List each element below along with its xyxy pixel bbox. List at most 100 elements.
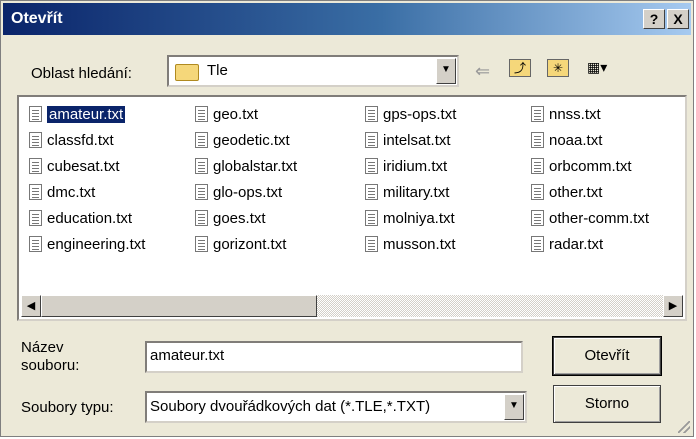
file-name: noaa.txt [549, 131, 603, 149]
lookin-label: Oblast hledání: [31, 65, 132, 82]
filetype-label: Soubory typu: [21, 399, 114, 416]
file-name: other-comm.txt [549, 209, 650, 227]
file-item[interactable]: other-comm.txt [531, 207, 649, 229]
file-name: classfd.txt [47, 131, 114, 149]
file-name: goes.txt [213, 209, 266, 227]
file-item[interactable]: military.txt [365, 181, 449, 203]
text-file-icon [195, 184, 208, 200]
filetype-combo[interactable]: Soubory dvouřádkových dat (*.TLE,*.TXT) … [145, 391, 527, 423]
file-name: glo-ops.txt [213, 183, 283, 201]
file-name: amateur.txt [47, 105, 126, 123]
filename-label: Název souboru: [21, 339, 79, 375]
file-name: gps-ops.txt [383, 105, 457, 123]
file-name: nnss.txt [549, 105, 601, 123]
file-item[interactable]: geo.txt [195, 103, 258, 125]
scroll-right-button[interactable]: ▶ [663, 295, 683, 317]
text-file-icon [195, 210, 208, 226]
file-item[interactable]: dmc.txt [29, 181, 95, 203]
file-item[interactable]: gorizont.txt [195, 233, 286, 255]
filetype-value: Soubory dvouřádkových dat (*.TLE,*.TXT) [150, 398, 431, 415]
resize-grip[interactable] [678, 421, 690, 433]
new-folder-icon[interactable]: ✳ [547, 59, 569, 77]
view-menu-icon[interactable]: ▦▾ [587, 59, 617, 77]
text-file-icon [195, 106, 208, 122]
text-file-icon [531, 210, 544, 226]
file-name: cubesat.txt [47, 157, 120, 175]
file-name: molniya.txt [383, 209, 455, 227]
file-name: musson.txt [383, 235, 456, 253]
lookin-combo[interactable]: Tle ▼ [167, 55, 459, 87]
open-button[interactable]: Otevřít [552, 336, 662, 376]
text-file-icon [29, 132, 42, 148]
file-name: iridium.txt [383, 157, 448, 175]
text-file-icon [531, 236, 544, 252]
window-title: Otevřít [11, 10, 63, 27]
file-item[interactable]: musson.txt [365, 233, 456, 255]
filename-input[interactable]: amateur.txt [145, 341, 523, 373]
file-item[interactable]: cubesat.txt [29, 155, 120, 177]
file-name: orbcomm.txt [549, 157, 632, 175]
cancel-button[interactable]: Storno [553, 385, 661, 423]
file-item[interactable]: geodetic.txt [195, 129, 290, 151]
text-file-icon [531, 132, 544, 148]
text-file-icon [195, 236, 208, 252]
lookin-value: Tle [207, 62, 228, 79]
folder-icon [175, 64, 199, 81]
file-item[interactable]: molniya.txt [365, 207, 455, 229]
chevron-down-icon[interactable]: ▼ [436, 58, 456, 84]
text-file-icon [195, 132, 208, 148]
file-item[interactable]: gps-ops.txt [365, 103, 456, 125]
text-file-icon [29, 184, 42, 200]
file-name: gorizont.txt [213, 235, 287, 253]
text-file-icon [531, 158, 544, 174]
file-item[interactable]: nnss.txt [531, 103, 601, 125]
file-item[interactable]: other.txt [531, 181, 602, 203]
filename-label-line1: Název [21, 339, 64, 356]
text-file-icon [365, 184, 378, 200]
file-item[interactable]: education.txt [29, 207, 132, 229]
file-name: globalstar.txt [213, 157, 298, 175]
text-file-icon [29, 106, 42, 122]
file-item[interactable]: amateur.txt [29, 103, 126, 125]
file-name: education.txt [47, 209, 133, 227]
file-item[interactable]: engineering.txt [29, 233, 145, 255]
file-name: engineering.txt [47, 235, 146, 253]
file-name: intelsat.txt [383, 131, 451, 149]
file-item[interactable]: intelsat.txt [365, 129, 451, 151]
scroll-left-button[interactable]: ◀ [21, 295, 41, 317]
title-bar: Otevřít ? X [3, 3, 691, 35]
filename-label-line2: souboru: [21, 357, 80, 374]
file-item[interactable]: classfd.txt [29, 129, 114, 151]
text-file-icon [365, 236, 378, 252]
back-arrow-icon[interactable]: ⇐ [475, 61, 490, 82]
close-button[interactable]: X [667, 9, 689, 29]
chevron-down-icon[interactable]: ▼ [504, 394, 524, 420]
file-name: geodetic.txt [213, 131, 290, 149]
file-name: other.txt [549, 183, 603, 201]
text-file-icon [531, 184, 544, 200]
file-item[interactable]: orbcomm.txt [531, 155, 632, 177]
text-file-icon [365, 210, 378, 226]
file-name: radar.txt [549, 235, 604, 253]
file-list[interactable]: amateur.txt classfd.txt cubesat.txt dmc.txt… [17, 95, 687, 321]
file-item[interactable]: globalstar.txt [195, 155, 297, 177]
text-file-icon [29, 236, 42, 252]
open-file-dialog: Otevřít ? X Oblast hledání: Tle ▼ ⇐ ⤴ ✳ … [0, 0, 694, 437]
help-button[interactable]: ? [643, 9, 665, 29]
file-name: geo.txt [213, 105, 259, 123]
file-item[interactable]: glo-ops.txt [195, 181, 282, 203]
text-file-icon [29, 158, 42, 174]
folder-up-icon[interactable]: ⤴ [509, 59, 531, 77]
text-file-icon [365, 106, 378, 122]
file-item[interactable]: noaa.txt [531, 129, 602, 151]
text-file-icon [365, 158, 378, 174]
scroll-thumb[interactable] [41, 295, 317, 317]
file-name: dmc.txt [47, 183, 96, 201]
file-item[interactable]: iridium.txt [365, 155, 447, 177]
text-file-icon [195, 158, 208, 174]
file-item[interactable]: goes.txt [195, 207, 266, 229]
file-item[interactable]: radar.txt [531, 233, 603, 255]
horizontal-scrollbar[interactable]: ◀ ▶ [21, 295, 683, 317]
file-name: military.txt [383, 183, 450, 201]
text-file-icon [531, 106, 544, 122]
